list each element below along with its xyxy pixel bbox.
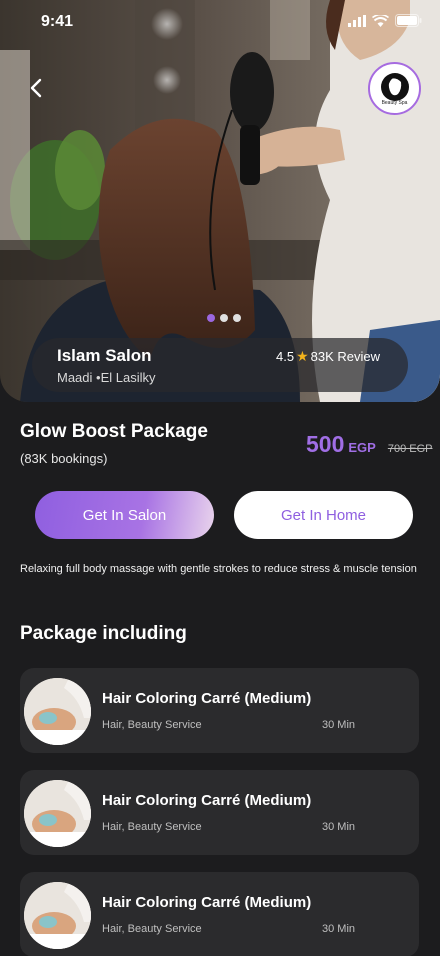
service-name: Hair Coloring Carré (Medium)	[102, 894, 312, 911]
service-duration: 30 Min	[322, 821, 356, 833]
package-description: Relaxing full body massage with gentle s…	[20, 563, 417, 575]
carousel-dot[interactable]	[220, 314, 228, 322]
service-card[interactable]: Hair Coloring Carré (Medium) Hair, Beaut…	[20, 770, 419, 855]
get-in-salon-button[interactable]: Get In Salon	[35, 491, 214, 539]
service-name: Hair Coloring Carré (Medium)	[102, 792, 312, 809]
service-category: Hair, Beauty Service	[102, 923, 202, 935]
old-price: 700 EGP	[387, 443, 433, 455]
salon-location: Maadi •El Lasilky	[57, 370, 156, 385]
battery-icon	[395, 14, 422, 27]
carousel-dots	[207, 314, 241, 322]
service-duration: 30 Min	[322, 923, 356, 935]
get-in-home-button[interactable]: Get In Home	[234, 491, 413, 539]
price-currency: EGP	[348, 440, 376, 455]
brand-logo: Beauty Spa	[368, 62, 421, 115]
back-button[interactable]	[22, 74, 50, 102]
price-value: 500	[306, 431, 345, 457]
service-name: Hair Coloring Carré (Medium)	[102, 690, 312, 707]
salon-rating: 4.5 ★ 83K Review	[276, 348, 380, 365]
package-price: 500 EGP 700 EGP	[306, 431, 432, 458]
review-count: 83K Review	[310, 349, 380, 364]
carousel-dot[interactable]	[233, 314, 241, 322]
service-duration: 30 Min	[322, 719, 356, 731]
wifi-icon	[372, 14, 389, 27]
facial-treatment-image	[24, 882, 91, 949]
facial-treatment-image	[24, 678, 91, 745]
service-thumbnail	[24, 678, 91, 745]
service-category: Hair, Beauty Service	[102, 821, 202, 833]
status-icons	[348, 14, 422, 27]
rating-value: 4.5	[275, 349, 295, 364]
signal-icon	[348, 14, 366, 27]
facial-treatment-image	[24, 780, 91, 847]
carousel-dot[interactable]	[207, 314, 215, 322]
status-time: 9:41	[41, 13, 74, 30]
status-bar: 9:41	[0, 0, 440, 44]
package-details-screen: 9:41 Beauty Spa Islam Salon Maadi •El La…	[0, 0, 440, 956]
hero-image: 9:41 Beauty Spa Islam Salon Maadi •El La…	[0, 0, 440, 402]
package-bookings: (83K bookings)	[20, 451, 108, 466]
section-title: Package including	[20, 623, 187, 644]
logo-text: Beauty Spa	[381, 99, 408, 106]
service-card[interactable]: Hair Coloring Carré (Medium) Hair, Beaut…	[20, 872, 419, 956]
back-arrow-icon	[30, 78, 42, 98]
beauty-face-icon	[380, 72, 409, 101]
star-icon: ★	[296, 348, 309, 364]
salon-info-card[interactable]: Islam Salon Maadi •El Lasilky 4.5 ★ 83K …	[32, 338, 408, 392]
service-category: Hair, Beauty Service	[102, 719, 202, 731]
service-card[interactable]: Hair Coloring Carré (Medium) Hair, Beaut…	[20, 668, 419, 753]
package-title: Glow Boost Package	[20, 421, 208, 442]
service-thumbnail	[24, 882, 91, 949]
service-thumbnail	[24, 780, 91, 847]
salon-name: Islam Salon	[57, 346, 152, 365]
